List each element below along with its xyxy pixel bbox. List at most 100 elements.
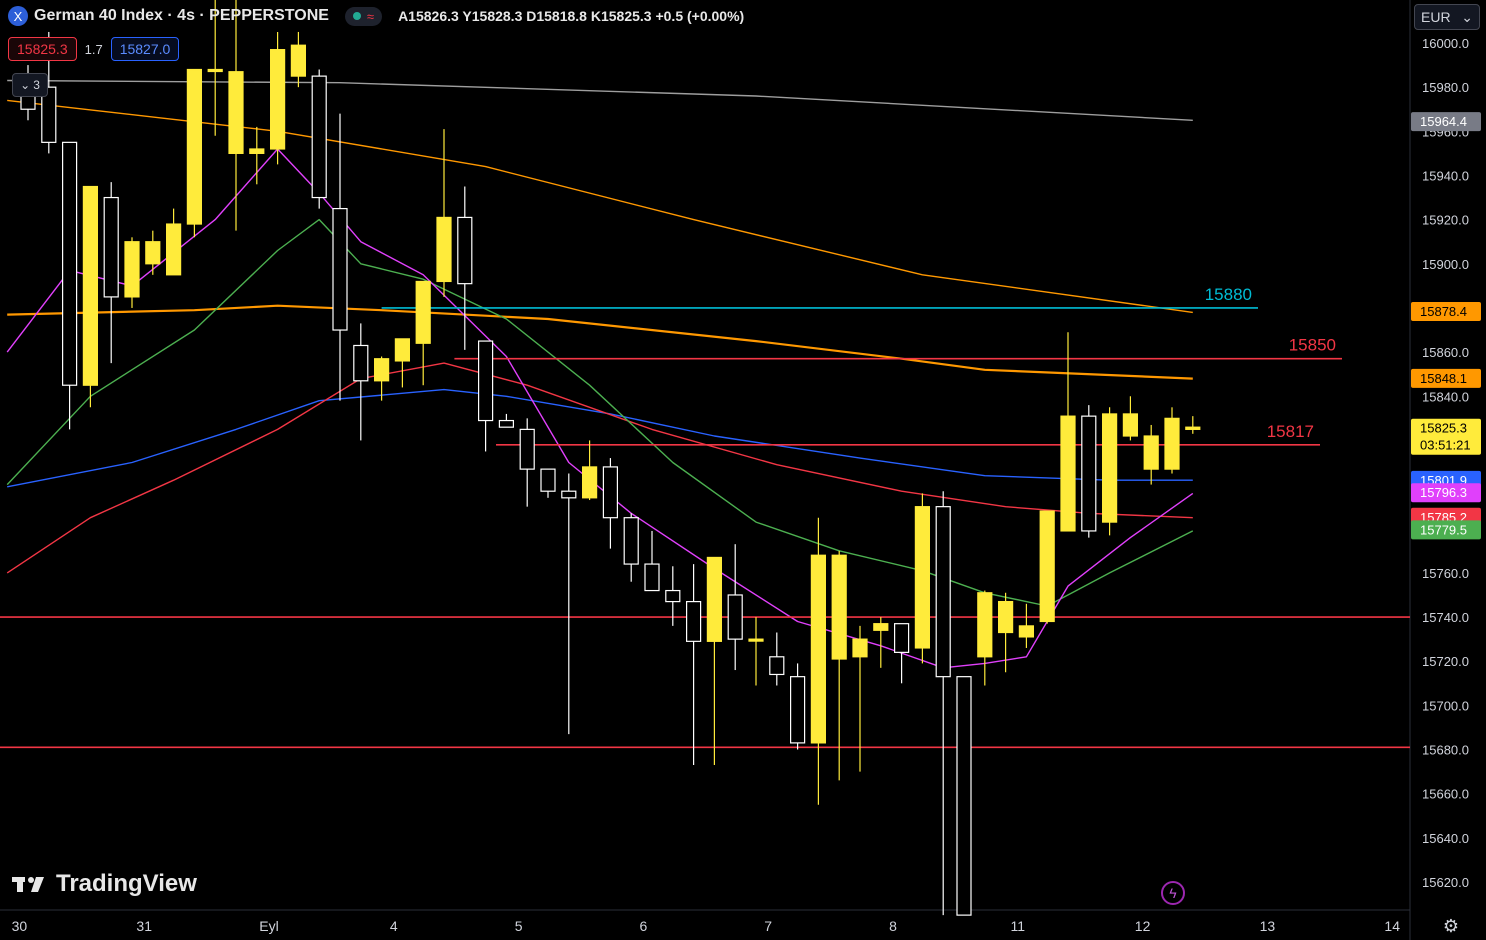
price-tag-label: 15964.4 <box>1420 114 1467 129</box>
candle-body <box>82 185 99 386</box>
candle-body <box>1081 415 1097 532</box>
price-tag-label: 15796.3 <box>1420 485 1467 500</box>
x-tick-label: 6 <box>640 918 648 934</box>
candle-body <box>789 676 806 744</box>
moving-average-line <box>7 304 1193 380</box>
candle-body <box>1101 413 1118 523</box>
candle-body <box>145 241 161 265</box>
candle-body <box>769 656 785 676</box>
chevron-down-icon: ⌄ <box>1461 8 1473 25</box>
candle-body <box>166 223 182 276</box>
candle-body <box>1060 415 1076 532</box>
candle-body <box>644 563 660 592</box>
candle-body <box>61 141 78 386</box>
x-tick-label: 31 <box>136 918 152 934</box>
moving-average-line <box>7 388 1193 488</box>
indicators-toggle[interactable]: ⌄ 3 <box>12 73 48 97</box>
tv-mark-icon <box>12 877 44 892</box>
candle-body <box>374 358 390 382</box>
x-tick-label: 30 <box>12 918 28 934</box>
y-tick-label: 15900.0 <box>1422 257 1469 272</box>
candle-body <box>935 506 951 678</box>
candle-body <box>290 44 306 77</box>
price-tag-label: 15848.1 <box>1420 371 1467 386</box>
candle-body <box>394 338 410 362</box>
candle-body <box>1143 435 1159 470</box>
candle-body <box>478 340 494 422</box>
candle-body <box>415 280 431 344</box>
y-tick-label: 15700.0 <box>1422 698 1469 713</box>
candle-body <box>914 506 931 649</box>
x-tick-label: 12 <box>1135 918 1151 934</box>
level-label: 15817 <box>1267 422 1314 441</box>
moving-average-line <box>7 79 1193 121</box>
symbol-icon[interactable]: X <box>8 6 28 26</box>
candle-body <box>685 600 702 642</box>
y-tick-label: 15720.0 <box>1422 654 1469 669</box>
currency-select[interactable]: EUR ⌄ <box>1414 4 1480 30</box>
trade-panel: 15825.3 1.7 15827.0 <box>8 37 180 61</box>
price-tag-label: 15878.4 <box>1420 304 1467 319</box>
candle-body <box>810 554 827 744</box>
tradingview-logo: TradingView <box>12 870 197 898</box>
candle-body <box>561 490 577 499</box>
chevron-down-icon: ⌄ <box>20 78 31 92</box>
x-tick-label: 8 <box>889 918 897 934</box>
buy-button[interactable]: 15827.0 <box>110 37 180 61</box>
x-tick-label: 11 <box>1011 918 1026 934</box>
candle-body <box>228 71 244 154</box>
chart-header: X German 40 Index · 4s · PEPPERSTONE ≈ A… <box>8 5 744 27</box>
candle-body <box>748 638 764 642</box>
market-open-icon <box>352 12 361 20</box>
candle-body <box>1185 426 1201 430</box>
y-tick-label: 16000.0 <box>1422 36 1469 51</box>
candle-body <box>186 68 202 225</box>
y-tick-label: 15640.0 <box>1422 831 1469 846</box>
candle-body <box>977 592 993 658</box>
ohlc-values: A15826.3 Y15828.3 D15818.8 K15825.3 +0.5… <box>398 8 745 24</box>
candle-body <box>873 623 889 631</box>
candle-body <box>353 344 369 382</box>
candle-body <box>1164 417 1180 470</box>
candle-body <box>831 554 847 660</box>
sell-button[interactable]: 15825.3 <box>8 37 77 61</box>
candle-body <box>207 68 223 73</box>
y-tick-label: 15940.0 <box>1422 168 1469 183</box>
candle-body <box>623 517 639 565</box>
candle-body <box>311 75 327 199</box>
candle-body <box>498 419 514 428</box>
y-tick-label: 15980.0 <box>1422 80 1469 95</box>
y-tick-label: 15860.0 <box>1422 345 1469 360</box>
x-tick-label: 13 <box>1260 918 1276 934</box>
candle-body <box>602 466 619 519</box>
moving-average-line <box>6 148 1194 669</box>
level-label: 15880 <box>1205 285 1252 304</box>
candle-body <box>706 556 723 642</box>
price-chart[interactable]: 16000.015980.015960.015940.015920.015900… <box>0 0 1486 940</box>
candle-body <box>103 196 119 298</box>
candle-body <box>997 600 1014 634</box>
lightning-icon[interactable]: ϟ <box>1161 881 1185 905</box>
candle-body <box>519 428 535 470</box>
y-tick-label: 15920.0 <box>1422 213 1469 228</box>
price-tag-label: 15779.5 <box>1420 522 1467 537</box>
price-tag-label: 15825.3 <box>1420 421 1467 436</box>
candle-body <box>665 589 681 603</box>
candle-body <box>124 241 140 298</box>
x-tick-label: 4 <box>390 918 398 934</box>
y-tick-label: 15760.0 <box>1422 566 1469 581</box>
candle-body <box>1039 510 1055 623</box>
countdown-label: 03:51:21 <box>1420 438 1471 453</box>
symbol-name[interactable]: German 40 Index · 4s · PEPPERSTONE <box>34 7 329 25</box>
indicator-count: 3 <box>33 78 40 92</box>
y-tick-label: 15620.0 <box>1422 875 1469 890</box>
gear-icon[interactable]: ⚙ <box>1441 916 1461 936</box>
y-tick-label: 15740.0 <box>1422 610 1469 625</box>
level-label: 15850 <box>1289 336 1336 355</box>
candle-body <box>332 207 348 331</box>
candle-body <box>249 148 265 154</box>
x-tick-label: Eyl <box>259 918 278 934</box>
candle-body <box>457 216 473 285</box>
candle-body <box>956 676 972 916</box>
market-status[interactable]: ≈ <box>344 6 383 26</box>
